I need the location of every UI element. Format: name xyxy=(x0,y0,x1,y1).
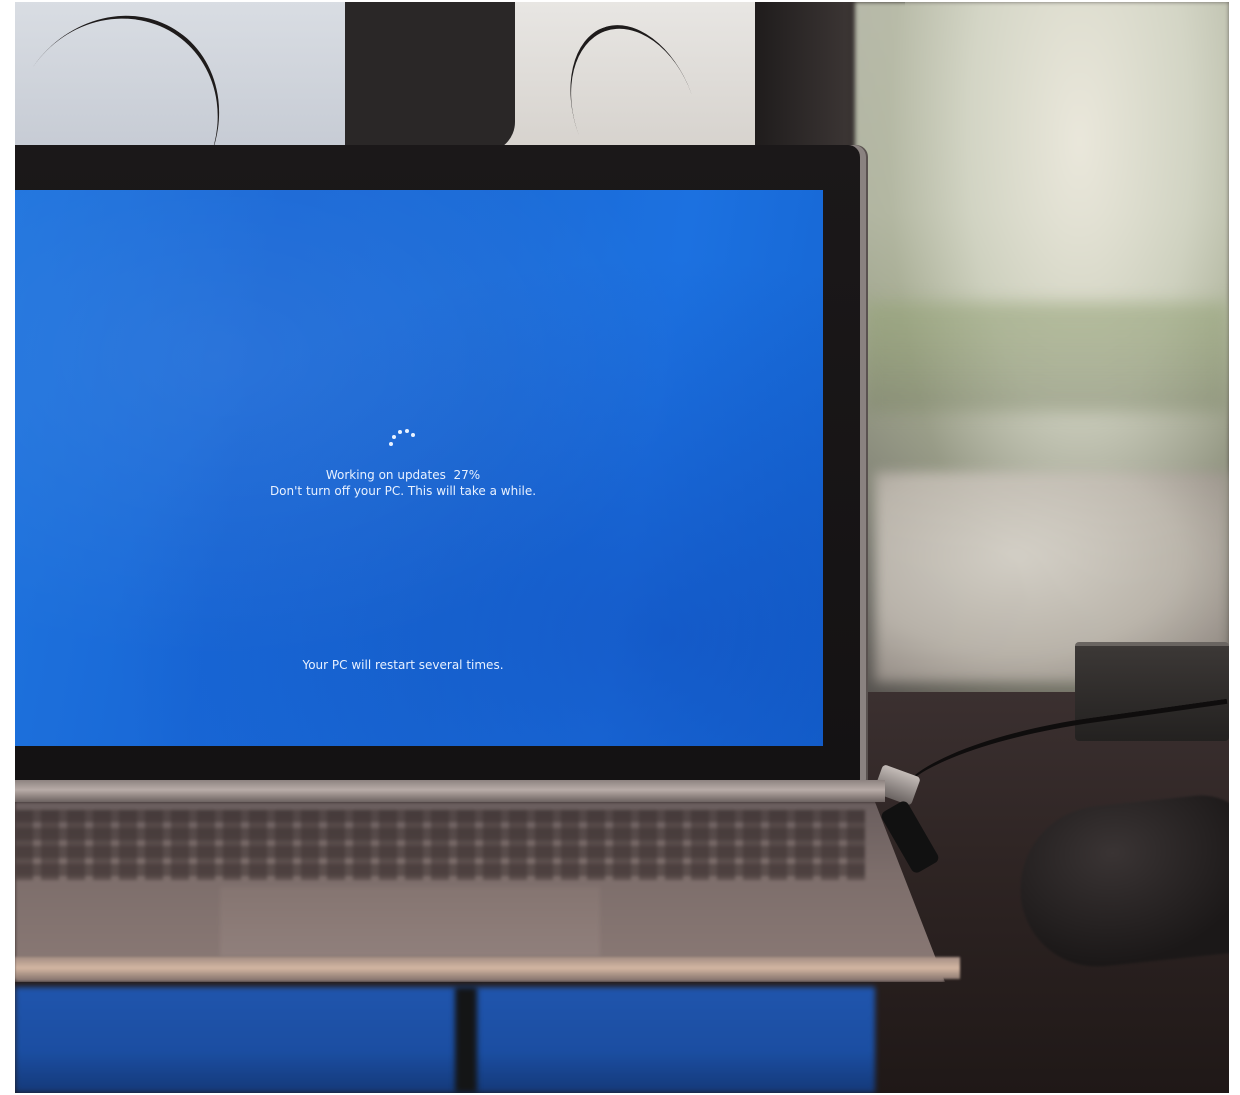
laptop-hinge xyxy=(15,780,885,802)
laptop-screen: Working on updates 27% Don't turn off yo… xyxy=(15,190,823,746)
reflection-gap xyxy=(455,987,477,1093)
restart-notice-text: Your PC will restart several times. xyxy=(302,658,504,672)
laptop-front-edge xyxy=(15,957,960,979)
trackpad xyxy=(220,887,600,957)
photo-frame: Working on updates 27% Don't turn off yo… xyxy=(15,2,1229,1093)
background-object xyxy=(345,2,515,152)
update-warning-text: Don't turn off your PC. This will take a… xyxy=(269,484,537,498)
keyboard xyxy=(15,810,865,880)
background-window-band xyxy=(865,302,1229,412)
update-status-text: Working on updates 27% xyxy=(325,468,481,482)
screen-reflection xyxy=(15,987,875,1093)
loading-spinner-icon xyxy=(387,428,417,448)
